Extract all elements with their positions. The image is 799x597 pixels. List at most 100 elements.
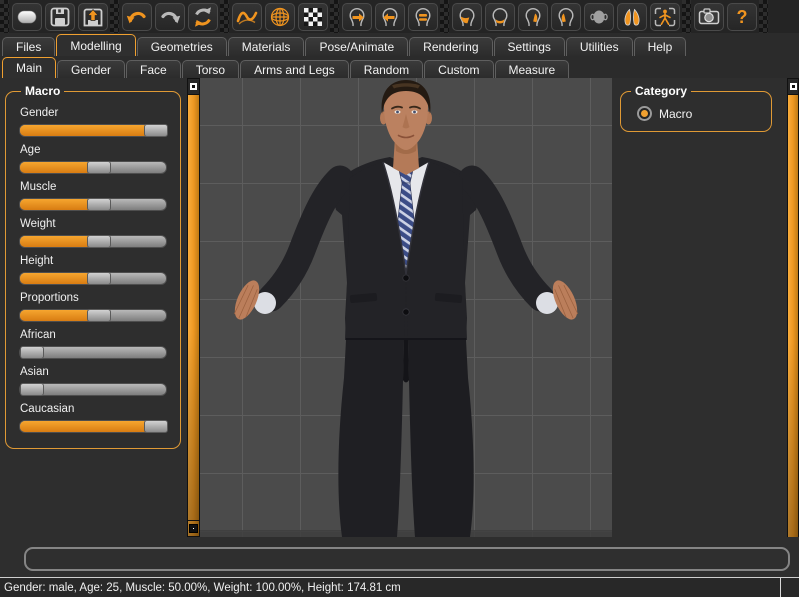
main-area: Macro GenderAgeMuscleWeightHeightProport… xyxy=(0,78,799,537)
redo-icon xyxy=(158,6,182,28)
load-button[interactable] xyxy=(78,3,108,31)
zoom-slider-bar[interactable] xyxy=(187,95,200,520)
caucasian-slider[interactable] xyxy=(19,420,167,433)
view-top-button[interactable] xyxy=(584,3,614,31)
category-groupbox-title: Category xyxy=(631,84,691,98)
help-button[interactable]: ? xyxy=(727,3,757,31)
macro-slider-row: Proportions xyxy=(19,292,167,322)
toolbar-group xyxy=(339,0,440,33)
tab-materials[interactable]: Materials xyxy=(228,37,305,56)
tab-settings[interactable]: Settings xyxy=(494,37,565,56)
tab-files[interactable]: Files xyxy=(2,37,55,56)
slider-handle[interactable] xyxy=(20,346,44,359)
toolbar-group: ? xyxy=(691,0,759,33)
head-equals-icon xyxy=(411,6,435,28)
view-body-button[interactable] xyxy=(650,3,680,31)
main-tab-bar: FilesModellingGeometriesMaterialsPose/An… xyxy=(0,33,799,56)
head-face-icon xyxy=(455,6,479,28)
toolbar-separator xyxy=(682,0,691,33)
viewport-3d[interactable] xyxy=(200,78,612,537)
tab-pose-animate[interactable]: Pose/Animate xyxy=(305,37,408,56)
slider-handle[interactable] xyxy=(87,235,111,248)
category-groupbox: Category Macro xyxy=(620,84,772,132)
right-panel-slider[interactable] xyxy=(787,78,799,537)
status-text: Gender: male, Age: 25, Muscle: 50.00%, W… xyxy=(4,582,401,594)
tab-geometries[interactable]: Geometries xyxy=(137,37,227,56)
slider-handle[interactable] xyxy=(87,161,111,174)
svg-text:?: ? xyxy=(736,7,747,27)
right-slider-bar[interactable] xyxy=(787,95,799,537)
toolbar-group xyxy=(119,0,220,33)
slider-label: Proportions xyxy=(20,292,167,304)
subtab-custom[interactable]: Custom xyxy=(424,60,493,78)
save-button[interactable] xyxy=(45,3,75,31)
rotate-left-button[interactable] xyxy=(375,3,405,31)
view-feet-button[interactable] xyxy=(617,3,647,31)
tab-utilities[interactable]: Utilities xyxy=(566,37,633,56)
height-slider[interactable] xyxy=(19,272,167,285)
wireframe-icon xyxy=(268,6,292,28)
head-right-icon xyxy=(521,6,545,28)
smooth-button[interactable] xyxy=(232,3,262,31)
subtab-random[interactable]: Random xyxy=(350,60,423,78)
slider-fill xyxy=(20,125,156,136)
slider-label: African xyxy=(20,329,167,341)
view-face-button[interactable] xyxy=(452,3,482,31)
age-slider[interactable] xyxy=(19,161,167,174)
subtab-measure[interactable]: Measure xyxy=(495,60,570,78)
gender-slider[interactable] xyxy=(19,124,167,137)
zoom-slider-top-button[interactable] xyxy=(187,78,200,95)
slider-handle[interactable] xyxy=(20,383,44,396)
subtab-gender[interactable]: Gender xyxy=(57,60,125,78)
reset-icon xyxy=(191,6,215,28)
muscle-slider[interactable] xyxy=(19,198,167,211)
slider-label: Muscle xyxy=(20,181,167,193)
head-front-icon xyxy=(488,6,512,28)
zoom-slider-bottom-button[interactable] xyxy=(187,520,200,537)
view-right-button[interactable] xyxy=(518,3,548,31)
tab-help[interactable]: Help xyxy=(634,37,687,56)
tab-rendering[interactable]: Rendering xyxy=(409,37,492,56)
progress-bar xyxy=(24,547,790,571)
subtab-torso[interactable]: Torso xyxy=(182,60,239,78)
viewport-zoom-slider[interactable] xyxy=(187,78,200,537)
slider-label: Height xyxy=(20,255,167,267)
toolbar-separator xyxy=(110,0,119,33)
african-slider[interactable] xyxy=(19,346,167,359)
slider-handle[interactable] xyxy=(144,420,168,433)
reset-button[interactable] xyxy=(188,3,218,31)
subtab-main[interactable]: Main xyxy=(2,57,56,78)
rotate-right-button[interactable] xyxy=(342,3,372,31)
rotate-reset-button[interactable] xyxy=(408,3,438,31)
subtab-arms-and-legs[interactable]: Arms and Legs xyxy=(240,60,349,78)
new-button[interactable] xyxy=(12,3,42,31)
category-option-macro[interactable]: Macro xyxy=(637,106,763,121)
toolbar-separator xyxy=(330,0,339,33)
slider-handle[interactable] xyxy=(87,272,111,285)
square-dot-icon xyxy=(190,83,197,90)
slider-handle[interactable] xyxy=(87,198,111,211)
grab-screenshot-button[interactable] xyxy=(694,3,724,31)
asian-slider[interactable] xyxy=(19,383,167,396)
slider-fill xyxy=(20,421,156,432)
tab-modelling[interactable]: Modelling xyxy=(56,34,135,56)
toolbar-separator xyxy=(220,0,229,33)
left-panel: Macro GenderAgeMuscleWeightHeightProport… xyxy=(0,78,187,537)
slider-handle[interactable] xyxy=(87,309,111,322)
subtab-face[interactable]: Face xyxy=(126,60,181,78)
weight-slider[interactable] xyxy=(19,235,167,248)
wireframe-button[interactable] xyxy=(265,3,295,31)
undo-button[interactable] xyxy=(122,3,152,31)
undo-icon xyxy=(125,6,149,28)
slider-handle[interactable] xyxy=(144,124,168,137)
redo-button[interactable] xyxy=(155,3,185,31)
slider-label: Age xyxy=(20,144,167,156)
slider-label: Caucasian xyxy=(20,403,167,415)
view-front-button[interactable] xyxy=(485,3,515,31)
right-slider-top-button[interactable] xyxy=(787,78,799,95)
view-left-button[interactable] xyxy=(551,3,581,31)
macro-slider-row: Muscle xyxy=(19,181,167,211)
background-button[interactable] xyxy=(298,3,328,31)
proportions-slider[interactable] xyxy=(19,309,167,322)
macro-slider-row: Caucasian xyxy=(19,403,167,433)
